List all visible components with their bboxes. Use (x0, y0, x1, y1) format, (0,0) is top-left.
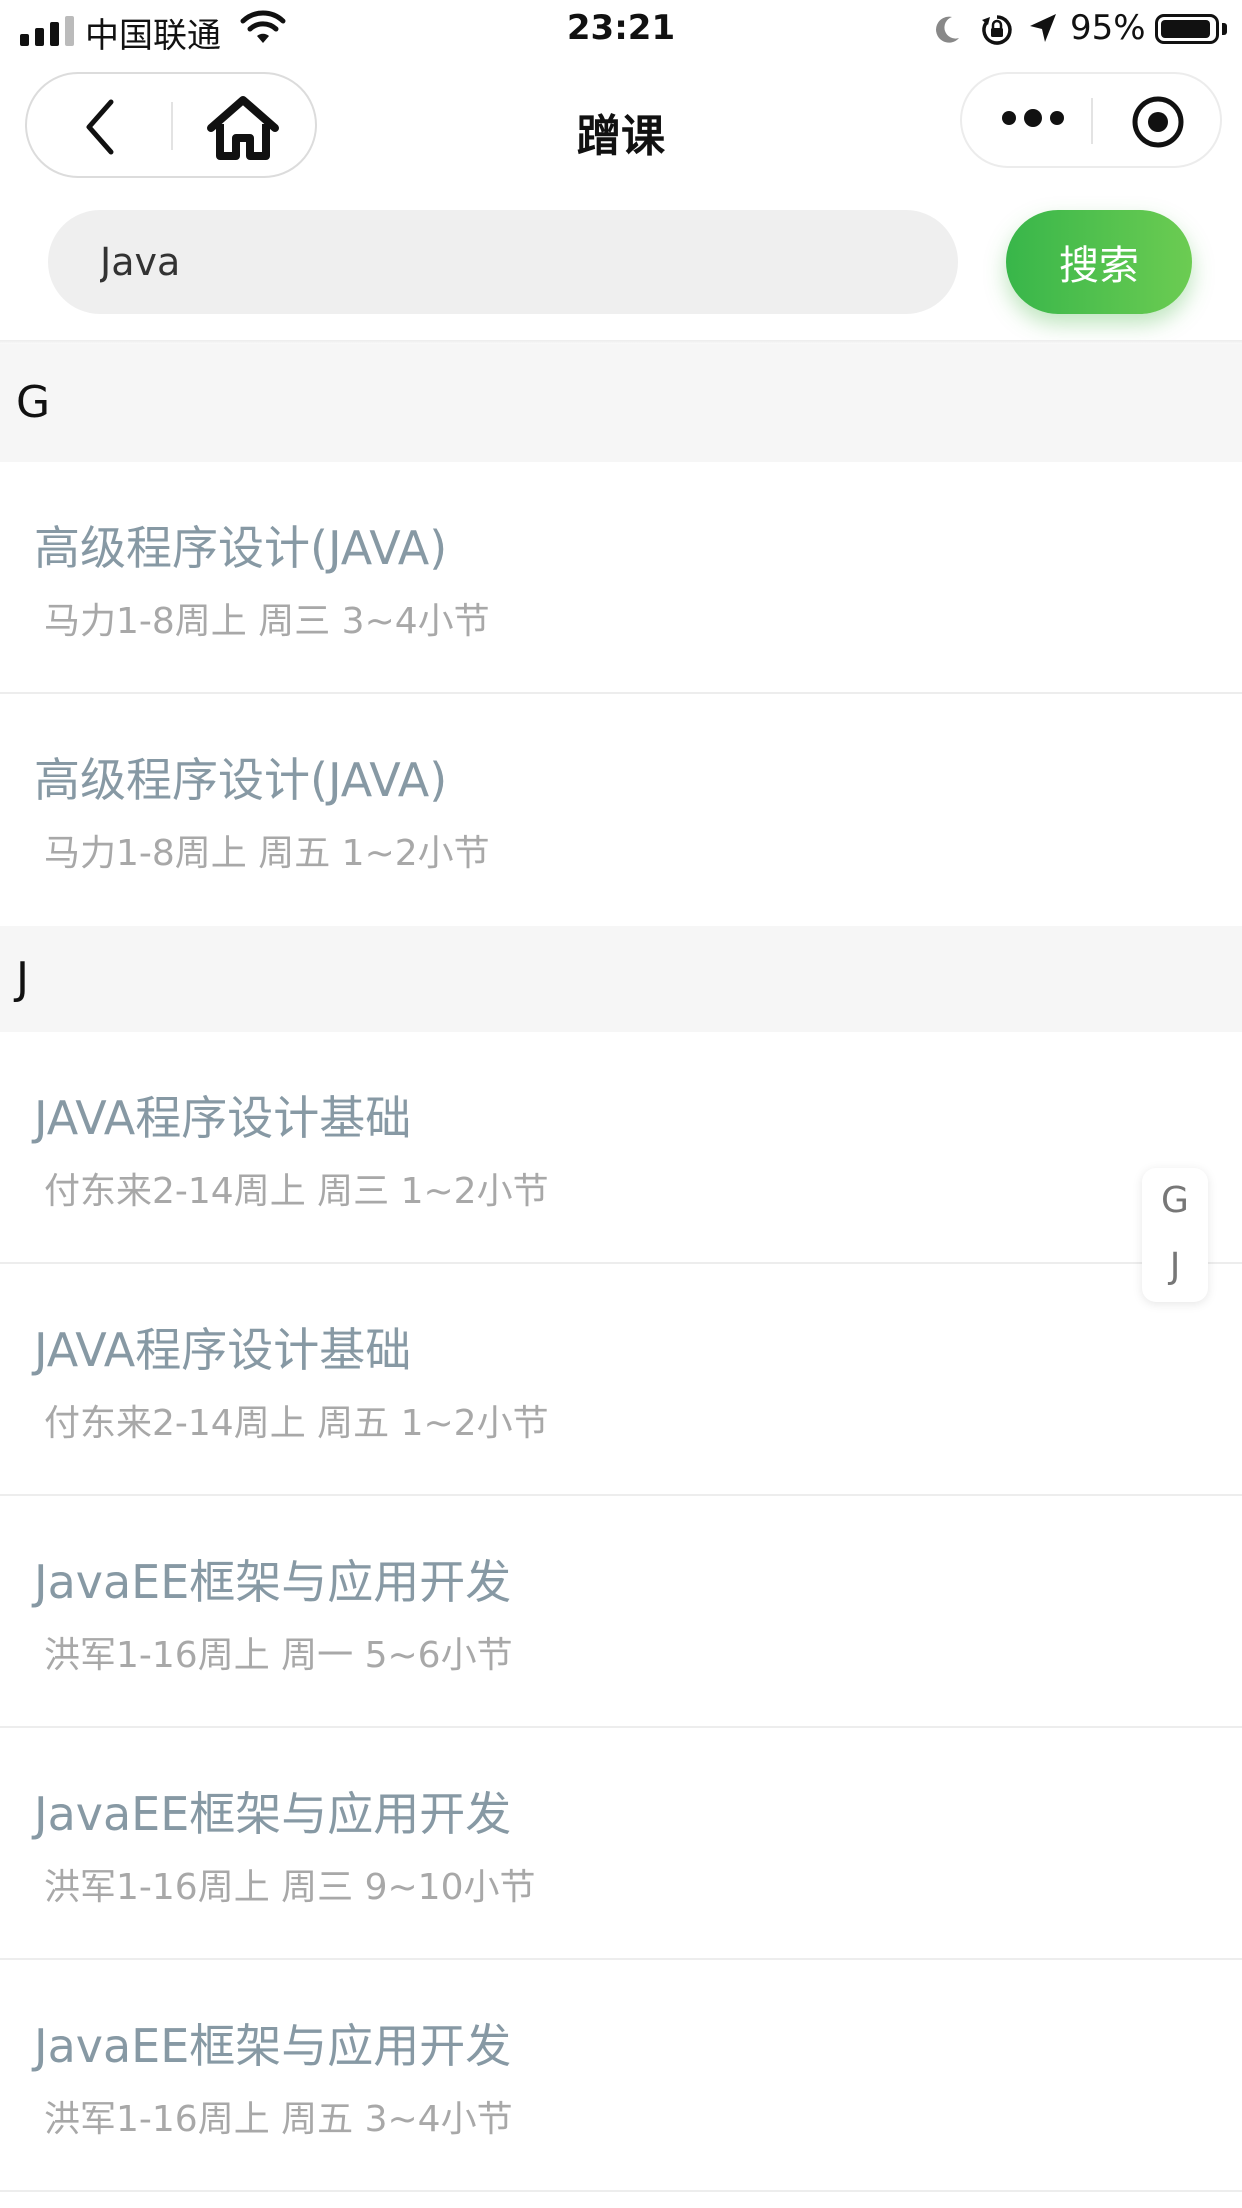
course-detail: 马力1-8周上 周五 1~2小节 (44, 833, 490, 874)
course-row[interactable]: JAVA程序设计基础 付东来2-14周上 周五 1~2小节 (0, 1264, 1242, 1496)
more-icon[interactable] (1002, 109, 1064, 127)
course-detail: 洪军1-16周上 周五 3~4小节 (44, 2099, 513, 2140)
course-row[interactable]: JavaEE框架与应用开发 洪军1-16周上 周五 3~4小节 (0, 1960, 1242, 2192)
course-list: G 高级程序设计(JAVA) 马力1-8周上 周三 3~4小节 高级程序设计(J… (0, 344, 1242, 2192)
mini-program-capsule (960, 72, 1222, 168)
course-detail: 洪军1-16周上 周三 9~10小节 (44, 1867, 536, 1908)
rotation-lock-icon (982, 15, 1012, 45)
course-row[interactable]: JAVA程序设计基础 付东来2-14周上 周三 1~2小节 (0, 1032, 1242, 1264)
course-name: JAVA程序设计基础 (34, 1323, 412, 1377)
moon-icon (936, 16, 959, 43)
close-target-icon[interactable] (1130, 94, 1186, 150)
status-bar: 中国联通 23:21 95% (0, 0, 1242, 62)
course-name: JavaEE框架与应用开发 (34, 2019, 512, 2073)
course-name: JavaEE框架与应用开发 (34, 1555, 512, 1609)
course-detail: 洪军1-16周上 周一 5~6小节 (44, 1635, 513, 1676)
index-letter-g[interactable]: G (1142, 1168, 1208, 1234)
course-detail: 付东来2-14周上 周三 1~2小节 (44, 1171, 549, 1212)
course-name: 高级程序设计(JAVA) (34, 521, 448, 575)
section-header-j: J (0, 926, 1242, 1032)
battery-percentage: 95% (1070, 8, 1146, 48)
battery-icon (1155, 14, 1219, 44)
course-row[interactable]: 高级程序设计(JAVA) 马力1-8周上 周五 1~2小节 (0, 694, 1242, 926)
location-arrow-icon (1030, 14, 1056, 42)
search-input[interactable] (48, 210, 958, 314)
course-name: 高级程序设计(JAVA) (34, 753, 448, 807)
capsule-divider (1091, 98, 1093, 144)
index-letter-j[interactable]: J (1142, 1234, 1208, 1300)
course-row[interactable]: JavaEE框架与应用开发 洪军1-16周上 周三 9~10小节 (0, 1728, 1242, 1960)
course-name: JavaEE框架与应用开发 (34, 1787, 512, 1841)
alphabet-index-bar: G J (1142, 1168, 1208, 1302)
course-row[interactable]: 高级程序设计(JAVA) 马力1-8周上 周三 3~4小节 (0, 462, 1242, 694)
course-detail: 付东来2-14周上 周五 1~2小节 (44, 1403, 549, 1444)
section-header-g: G (0, 344, 1242, 462)
battery-level (1161, 20, 1210, 38)
battery-cap (1222, 23, 1227, 35)
course-row[interactable]: JavaEE框架与应用开发 洪军1-16周上 周一 5~6小节 (0, 1496, 1242, 1728)
course-detail: 马力1-8周上 周三 3~4小节 (44, 601, 490, 642)
search-button[interactable]: 搜索 (1006, 210, 1192, 314)
course-name: JAVA程序设计基础 (34, 1091, 412, 1145)
